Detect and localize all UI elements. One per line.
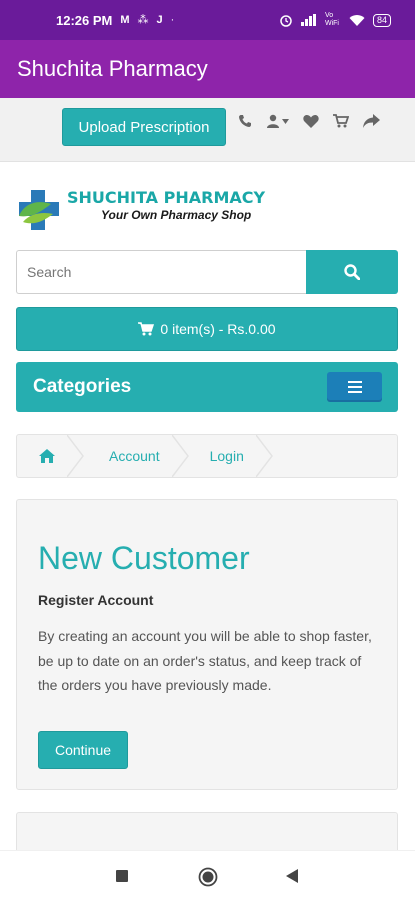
categories-menu-button[interactable] — [327, 372, 382, 402]
phone-icon[interactable] — [238, 114, 252, 128]
upload-prescription-button[interactable]: Upload Prescription — [62, 108, 226, 146]
breadcrumb-home[interactable] — [17, 435, 85, 477]
battery-level: 84 — [376, 15, 387, 25]
breadcrumb-separator — [171, 435, 189, 477]
app-bar: Shuchita Pharmacy — [0, 40, 415, 98]
share-icon[interactable] — [363, 114, 380, 128]
notification-icon: · — [170, 13, 175, 26]
status-bar: 12:26 PM M ⁂ J · Vo WiFi 84 — [0, 0, 415, 40]
search-icon — [344, 264, 360, 280]
recents-square-icon[interactable] — [116, 870, 128, 882]
system-nav-bar — [0, 850, 415, 900]
register-account-subheading: Register Account — [38, 592, 154, 608]
heart-icon[interactable] — [303, 114, 319, 128]
breadcrumb-login-label: Login — [209, 448, 244, 464]
new-customer-description: By creating an account you will be able … — [38, 628, 372, 693]
breadcrumb-separator — [255, 435, 273, 477]
new-customer-heading: New Customer — [38, 540, 250, 576]
categories-label: Categories — [33, 376, 132, 397]
logo-tagline: Your Own Pharmacy Shop — [101, 208, 252, 222]
cart-icon[interactable] — [333, 114, 349, 128]
logo-name: SHUCHITA PHARMACY — [67, 188, 266, 207]
user-icon — [267, 114, 279, 128]
notification-icon: ⁂ — [137, 13, 149, 26]
search-button[interactable] — [306, 250, 398, 294]
status-time: 12:26 PM — [56, 12, 113, 28]
notification-icon: J — [156, 13, 163, 26]
alarm-icon — [280, 15, 292, 27]
notification-icon: M — [120, 13, 130, 26]
top-bar: Upload Prescription — [0, 98, 415, 162]
signal-icon — [300, 14, 316, 26]
breadcrumb-login[interactable]: Login — [190, 435, 274, 477]
new-customer-panel: New Customer Register Account By creatin… — [16, 499, 398, 790]
home-circle-icon[interactable] — [198, 867, 218, 887]
cart-summary-button[interactable]: 0 item(s) - Rs.0.00 — [16, 307, 398, 351]
breadcrumb-account-label: Account — [109, 448, 160, 464]
breadcrumb: Account Login — [16, 434, 398, 478]
search-input[interactable] — [16, 250, 306, 294]
vowifi-label: Vo WiFi — [324, 12, 339, 27]
breadcrumb-separator — [67, 435, 84, 477]
continue-button[interactable]: Continue — [38, 731, 128, 769]
back-triangle-icon[interactable] — [286, 869, 298, 883]
menu-icon — [347, 381, 362, 383]
upload-prescription-label: Upload Prescription — [78, 118, 210, 136]
search-bar — [16, 250, 398, 294]
caret-down-icon — [282, 118, 289, 124]
account-dropdown[interactable] — [266, 114, 289, 128]
breadcrumb-account[interactable]: Account — [85, 435, 190, 477]
logo-mark-icon — [19, 190, 59, 230]
categories-bar: Categories — [16, 362, 398, 412]
pharmacy-logo[interactable]: SHUCHITA PHARMACY Your Own Pharmacy Shop — [17, 184, 265, 232]
battery-indicator: 84 — [372, 13, 391, 27]
home-icon — [39, 449, 55, 463]
top-icons — [238, 114, 380, 128]
cart-icon — [138, 322, 155, 336]
app-title: Shuchita Pharmacy — [17, 56, 208, 81]
continue-label: Continue — [54, 742, 112, 758]
wifi-icon — [349, 14, 365, 26]
cart-summary-label: 0 item(s) - Rs.0.00 — [160, 321, 276, 337]
